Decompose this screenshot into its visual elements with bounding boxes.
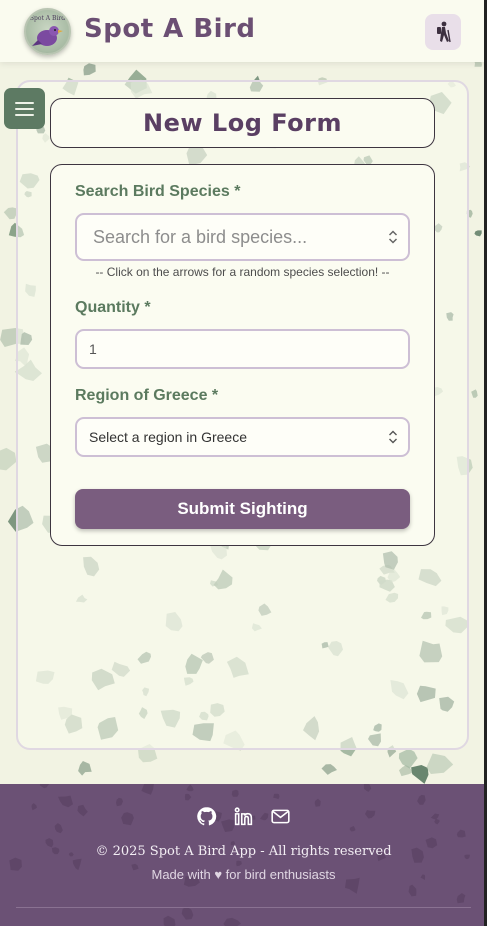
- species-hint: -- Click on the arrows for a random spec…: [95, 265, 390, 279]
- form-title: New Log Form: [143, 109, 342, 137]
- footer-social-links: [0, 806, 487, 827]
- quantity-input[interactable]: 1: [75, 329, 410, 369]
- updown-arrows-icon[interactable]: [388, 229, 398, 245]
- hamburger-line: [15, 101, 34, 104]
- select-arrows-icon: [389, 430, 397, 444]
- hamburger-line: [15, 113, 34, 116]
- hiker-icon: [437, 21, 451, 43]
- github-icon[interactable]: [196, 806, 217, 827]
- species-placeholder: Search for a bird species...: [93, 226, 308, 247]
- form-title-box: New Log Form: [50, 98, 435, 148]
- species-search-input[interactable]: Search for a bird species...: [75, 213, 410, 261]
- bird-logo-icon: [32, 26, 63, 46]
- species-label: Search Bird Species *: [75, 183, 241, 200]
- footer-divider: [16, 907, 471, 908]
- hiker-button[interactable]: [425, 14, 461, 50]
- app-title: Spot A Bird: [84, 14, 256, 44]
- mail-icon[interactable]: [270, 806, 291, 827]
- hamburger-line: [15, 107, 34, 110]
- log-form: Search Bird Species * Search for a bird …: [50, 164, 435, 546]
- menu-button[interactable]: [4, 88, 45, 129]
- region-selected-value: Select a region in Greece: [89, 429, 247, 445]
- app-logo[interactable]: Spot A Bird: [24, 8, 71, 55]
- region-select[interactable]: Select a region in Greece: [75, 417, 410, 457]
- quantity-value: 1: [89, 341, 97, 357]
- app-footer: © 2025 Spot A Bird App - All rights rese…: [0, 784, 487, 926]
- linkedin-icon[interactable]: [233, 806, 254, 827]
- region-label: Region of Greece *: [75, 387, 219, 404]
- copyright-text: © 2025 Spot A Bird App - All rights rese…: [95, 844, 392, 859]
- app-header: Spot A Bird Spot A Bird: [0, 0, 487, 62]
- made-with-text: Made with ♥ for bird enthusiasts: [151, 867, 336, 882]
- submit-sighting-button[interactable]: Submit Sighting: [75, 489, 410, 529]
- quantity-label: Quantity *: [75, 299, 151, 316]
